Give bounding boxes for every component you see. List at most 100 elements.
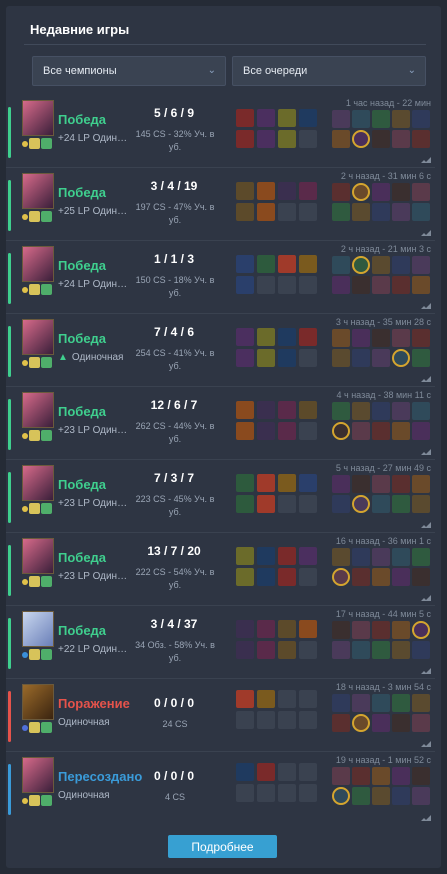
team-champion-icon[interactable]: [372, 349, 390, 367]
champion-avatar[interactable]: [22, 684, 54, 720]
expand-corner-icon[interactable]: [421, 813, 431, 821]
team-champion-icon[interactable]: [352, 694, 370, 712]
team-champion-icon[interactable]: [372, 276, 390, 294]
own-champion-icon[interactable]: [392, 349, 410, 367]
team-champion-icon[interactable]: [352, 548, 370, 566]
own-champion-icon[interactable]: [332, 568, 350, 586]
team-champion-icon[interactable]: [372, 714, 390, 732]
match-row[interactable]: Поражение Одиночная 0 / 0 / 0 24 CS 18 ч наз…: [6, 680, 435, 752]
team-champion-icon[interactable]: [372, 495, 390, 513]
expand-corner-icon[interactable]: [421, 155, 431, 163]
team-champion-icon[interactable]: [372, 621, 390, 639]
team-champion-icon[interactable]: [392, 422, 410, 440]
team-champion-icon[interactable]: [332, 714, 350, 732]
team-champion-icon[interactable]: [392, 548, 410, 566]
champion-avatar[interactable]: [22, 173, 54, 209]
team-champion-icon[interactable]: [392, 621, 410, 639]
queue-filter-select[interactable]: Все очереди ⌄: [232, 56, 426, 86]
match-row[interactable]: Победа +24 LP Одиночная 5 / 6 / 9 145 CS - …: [6, 96, 435, 168]
team-champion-icon[interactable]: [372, 130, 390, 148]
team-champion-icon[interactable]: [352, 349, 370, 367]
team-champion-icon[interactable]: [372, 402, 390, 420]
own-champion-icon[interactable]: [332, 422, 350, 440]
team-champion-icon[interactable]: [352, 422, 370, 440]
team-champion-icon[interactable]: [372, 256, 390, 274]
champion-filter-select[interactable]: Все чемпионы ⌄: [32, 56, 226, 86]
team-champion-icon[interactable]: [352, 203, 370, 221]
team-champion-icon[interactable]: [352, 568, 370, 586]
team-champion-icon[interactable]: [412, 568, 430, 586]
team-champion-icon[interactable]: [372, 183, 390, 201]
own-champion-icon[interactable]: [352, 495, 370, 513]
team-champion-icon[interactable]: [412, 495, 430, 513]
team-champion-icon[interactable]: [412, 787, 430, 805]
champion-avatar[interactable]: [22, 319, 54, 355]
team-champion-icon[interactable]: [372, 548, 390, 566]
team-champion-icon[interactable]: [412, 422, 430, 440]
champion-avatar[interactable]: [22, 246, 54, 282]
team-champion-icon[interactable]: [352, 787, 370, 805]
team-champion-icon[interactable]: [372, 568, 390, 586]
team-champion-icon[interactable]: [392, 329, 410, 347]
team-champion-icon[interactable]: [412, 256, 430, 274]
own-champion-icon[interactable]: [352, 130, 370, 148]
team-champion-icon[interactable]: [372, 641, 390, 659]
team-champion-icon[interactable]: [412, 349, 430, 367]
team-champion-icon[interactable]: [332, 621, 350, 639]
match-row[interactable]: Победа +22 LP Одиночная 3 / 4 / 37 34 Обз. …: [6, 607, 435, 679]
team-champion-icon[interactable]: [372, 694, 390, 712]
match-row[interactable]: Пересоздано Одиночная 0 / 0 / 0 4 CS 19 ч на…: [6, 753, 435, 825]
team-champion-icon[interactable]: [372, 475, 390, 493]
team-champion-icon[interactable]: [352, 641, 370, 659]
team-champion-icon[interactable]: [412, 130, 430, 148]
team-champion-icon[interactable]: [332, 548, 350, 566]
team-champion-icon[interactable]: [372, 203, 390, 221]
team-champion-icon[interactable]: [392, 183, 410, 201]
team-champion-icon[interactable]: [392, 402, 410, 420]
team-champion-icon[interactable]: [372, 110, 390, 128]
champion-avatar[interactable]: [22, 611, 54, 647]
match-row[interactable]: Победа ▲ Одиночная 7 / 4 / 6 254 CS - 41% Уч…: [6, 315, 435, 387]
team-champion-icon[interactable]: [392, 495, 410, 513]
team-champion-icon[interactable]: [412, 641, 430, 659]
team-champion-icon[interactable]: [352, 402, 370, 420]
champion-avatar[interactable]: [22, 757, 54, 793]
match-row[interactable]: Победа +23 LP Одиночная 7 / 3 / 7 223 CS - …: [6, 461, 435, 533]
team-champion-icon[interactable]: [412, 329, 430, 347]
team-champion-icon[interactable]: [392, 110, 410, 128]
team-champion-icon[interactable]: [352, 276, 370, 294]
team-champion-icon[interactable]: [392, 276, 410, 294]
expand-corner-icon[interactable]: [421, 301, 431, 309]
team-champion-icon[interactable]: [392, 641, 410, 659]
team-champion-icon[interactable]: [372, 787, 390, 805]
team-champion-icon[interactable]: [332, 495, 350, 513]
team-champion-icon[interactable]: [392, 475, 410, 493]
team-champion-icon[interactable]: [392, 568, 410, 586]
team-champion-icon[interactable]: [332, 203, 350, 221]
own-champion-icon[interactable]: [352, 256, 370, 274]
team-champion-icon[interactable]: [332, 694, 350, 712]
team-champion-icon[interactable]: [412, 110, 430, 128]
team-champion-icon[interactable]: [412, 714, 430, 732]
team-champion-icon[interactable]: [352, 621, 370, 639]
own-champion-icon[interactable]: [352, 714, 370, 732]
expand-corner-icon[interactable]: [421, 593, 431, 601]
team-champion-icon[interactable]: [412, 548, 430, 566]
expand-corner-icon[interactable]: [421, 666, 431, 674]
team-champion-icon[interactable]: [332, 183, 350, 201]
team-champion-icon[interactable]: [412, 475, 430, 493]
team-champion-icon[interactable]: [332, 767, 350, 785]
champion-avatar[interactable]: [22, 100, 54, 136]
team-champion-icon[interactable]: [332, 276, 350, 294]
champion-avatar[interactable]: [22, 538, 54, 574]
own-champion-icon[interactable]: [352, 183, 370, 201]
expand-corner-icon[interactable]: [421, 520, 431, 528]
team-champion-icon[interactable]: [332, 329, 350, 347]
team-champion-icon[interactable]: [352, 767, 370, 785]
team-champion-icon[interactable]: [332, 256, 350, 274]
team-champion-icon[interactable]: [392, 256, 410, 274]
team-champion-icon[interactable]: [332, 475, 350, 493]
own-champion-icon[interactable]: [332, 787, 350, 805]
team-champion-icon[interactable]: [412, 694, 430, 712]
own-champion-icon[interactable]: [412, 621, 430, 639]
